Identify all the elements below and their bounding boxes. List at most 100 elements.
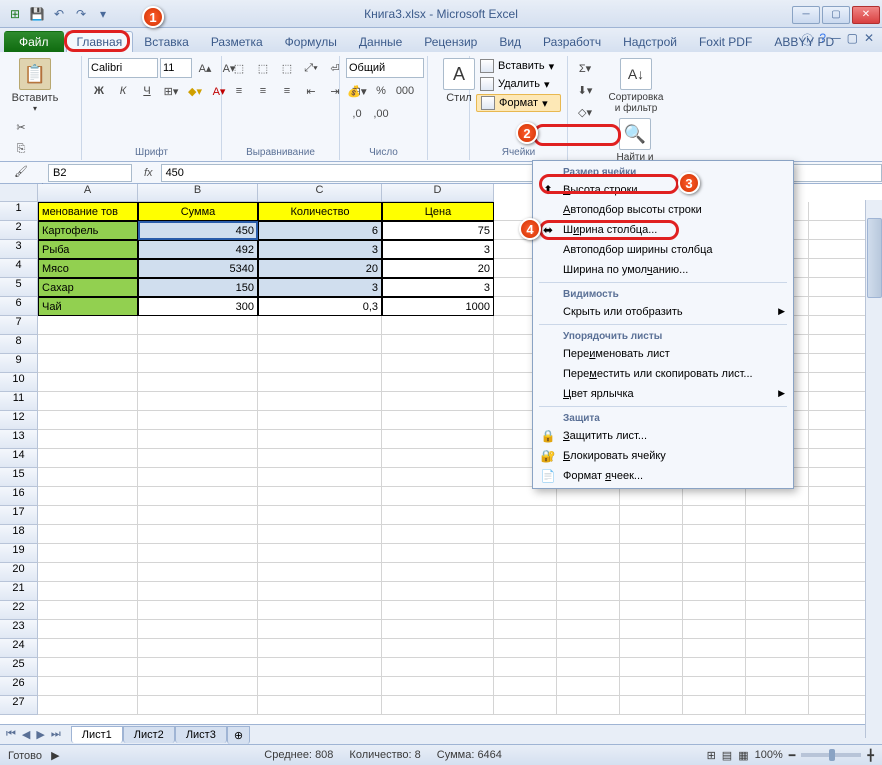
cell[interactable]: 5340 (138, 259, 258, 278)
save-icon[interactable]: 💾 (28, 5, 46, 23)
cell[interactable] (683, 620, 746, 639)
cell[interactable] (809, 297, 872, 316)
sheet-tab-1[interactable]: Лист1 (71, 726, 123, 743)
cell[interactable] (683, 696, 746, 715)
cell[interactable] (683, 506, 746, 525)
cell[interactable]: 20 (382, 259, 494, 278)
cut-icon[interactable]: ✂ (10, 117, 32, 137)
dd-tab-color[interactable]: Цвет ярлычка▶ (535, 384, 791, 404)
cell[interactable] (38, 430, 138, 449)
cell[interactable]: Рыба (38, 240, 138, 259)
col-header-C[interactable]: C (258, 184, 382, 202)
cell[interactable] (620, 487, 683, 506)
cell[interactable] (38, 487, 138, 506)
dd-col-width[interactable]: ⬌Ширина столбца... (535, 220, 791, 240)
cell[interactable] (258, 506, 382, 525)
cell[interactable] (138, 449, 258, 468)
fill-icon[interactable]: ⬇▾ (574, 80, 596, 100)
cell[interactable] (809, 620, 872, 639)
cell[interactable] (746, 582, 809, 601)
autosum-icon[interactable]: Σ▾ (574, 58, 596, 78)
cell[interactable] (620, 696, 683, 715)
row-header[interactable]: 15 (0, 468, 38, 487)
align-bottom-icon[interactable]: ⬚ (276, 58, 298, 78)
name-box[interactable]: B2 (48, 164, 132, 182)
tab-review[interactable]: Рецензир (413, 31, 488, 52)
minimize-button[interactable]: ─ (792, 6, 820, 24)
cell[interactable]: 450 (138, 221, 258, 240)
cell[interactable] (494, 544, 557, 563)
underline-button[interactable]: Ч (136, 81, 158, 101)
cell[interactable] (809, 468, 872, 487)
row-header[interactable]: 5 (0, 278, 38, 297)
cell[interactable] (258, 677, 382, 696)
dd-autofit-row[interactable]: Автоподбор высоты строки (535, 200, 791, 220)
excel-icon[interactable]: ⊞ (6, 5, 24, 23)
cell[interactable] (557, 487, 620, 506)
cell[interactable] (557, 658, 620, 677)
cell[interactable] (557, 506, 620, 525)
dd-move-copy-sheet[interactable]: Переместить или скопировать лист... (535, 364, 791, 384)
vertical-scrollbar[interactable] (865, 200, 882, 738)
zoom-out-icon[interactable]: ━ (789, 749, 796, 762)
view-normal-icon[interactable]: ⊞ (707, 749, 716, 762)
cell[interactable] (809, 601, 872, 620)
cell[interactable] (683, 582, 746, 601)
cell[interactable]: 1000 (382, 297, 494, 316)
cell[interactable] (258, 354, 382, 373)
cell[interactable] (258, 373, 382, 392)
cell[interactable] (138, 620, 258, 639)
cell[interactable] (38, 525, 138, 544)
cell[interactable] (683, 601, 746, 620)
zoom-in-icon[interactable]: ╋ (867, 749, 874, 762)
cell[interactable] (138, 373, 258, 392)
cell[interactable] (382, 468, 494, 487)
insert-cells-button[interactable]: Вставить ▾ (476, 58, 561, 74)
cell[interactable] (620, 601, 683, 620)
row-header[interactable]: 10 (0, 373, 38, 392)
cell[interactable]: Сумма (138, 202, 258, 221)
row-header[interactable]: 3 (0, 240, 38, 259)
row-header[interactable]: 12 (0, 411, 38, 430)
maximize-button[interactable]: ▢ (822, 6, 850, 24)
cell[interactable] (38, 563, 138, 582)
cell[interactable]: Чай (38, 297, 138, 316)
align-middle-icon[interactable]: ⬚ (252, 58, 274, 78)
cell[interactable] (258, 544, 382, 563)
cell[interactable] (809, 354, 872, 373)
cell[interactable] (494, 696, 557, 715)
sheet-tab-2[interactable]: Лист2 (123, 726, 175, 743)
italic-button[interactable]: К (112, 81, 134, 101)
align-center-icon[interactable]: ≡ (252, 81, 274, 101)
qat-more-icon[interactable]: ▾ (94, 5, 112, 23)
tab-formulas[interactable]: Формулы (274, 31, 348, 52)
cell[interactable] (683, 563, 746, 582)
cell[interactable] (494, 506, 557, 525)
percent-icon[interactable]: % (370, 81, 392, 101)
cell[interactable] (258, 468, 382, 487)
delete-cells-button[interactable]: Удалить ▾ (476, 76, 561, 92)
cell[interactable]: 0,3 (258, 297, 382, 316)
font-size-select[interactable] (160, 58, 192, 78)
cell[interactable] (620, 582, 683, 601)
zoom-value[interactable]: 100% (755, 749, 783, 761)
cell[interactable]: 20 (258, 259, 382, 278)
cell[interactable]: Количество (258, 202, 382, 221)
cell[interactable] (382, 563, 494, 582)
cell[interactable] (258, 525, 382, 544)
cell[interactable] (746, 563, 809, 582)
cell[interactable] (258, 316, 382, 335)
select-all-corner[interactable] (0, 184, 38, 202)
row-header[interactable]: 27 (0, 696, 38, 715)
cell[interactable] (138, 411, 258, 430)
format-cells-button[interactable]: Формат ▾ (476, 94, 561, 112)
dd-row-height[interactable]: ⬍Высота строки... (535, 180, 791, 200)
tab-home[interactable]: Главная (66, 31, 134, 52)
cell[interactable] (809, 563, 872, 582)
cell[interactable] (382, 430, 494, 449)
tab-data[interactable]: Данные (348, 31, 413, 52)
cell[interactable] (258, 620, 382, 639)
tab-addins[interactable]: Надстрой (612, 31, 688, 52)
cell[interactable] (138, 696, 258, 715)
sheet-nav-first-icon[interactable]: ⏮ (4, 728, 18, 741)
